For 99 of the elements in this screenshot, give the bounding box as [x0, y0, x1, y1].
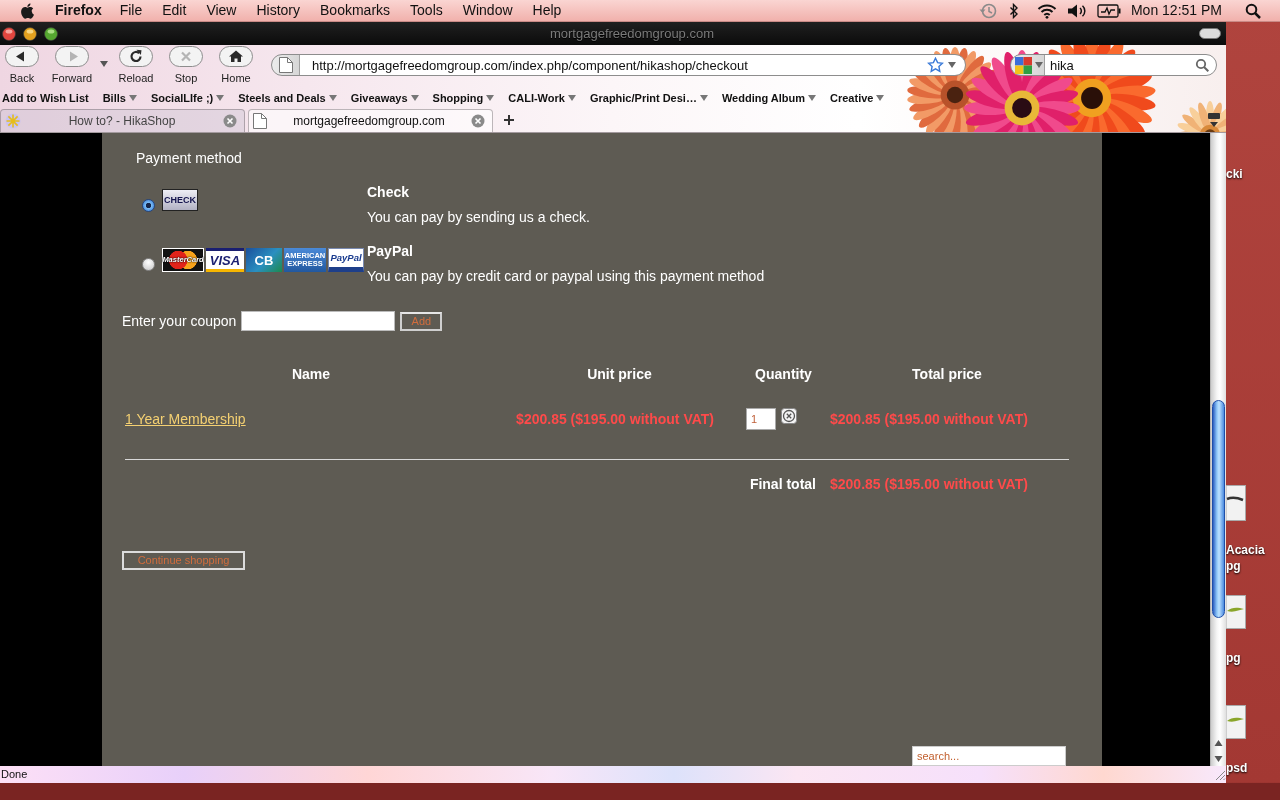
- apple-icon[interactable]: [20, 1, 36, 20]
- file-name[interactable]: pg: [1226, 650, 1241, 666]
- menu-item[interactable]: Window: [452, 0, 523, 21]
- bookmark-folder[interactable]: Shopping: [430, 89, 502, 107]
- close-icon[interactable]: [2, 26, 16, 41]
- bookmark-folder[interactable]: CALI-Work: [506, 89, 583, 107]
- battery-icon[interactable]: [1096, 3, 1121, 18]
- coupon-label: Enter your coupon: [122, 313, 237, 329]
- caret-icon[interactable]: [699, 95, 708, 101]
- bookmark-folder[interactable]: Graphic/Print Desi…: [587, 89, 715, 107]
- caret-icon[interactable]: [100, 61, 108, 67]
- status-text: Done: [1, 767, 28, 782]
- minimize-icon[interactable]: [23, 26, 37, 41]
- caret-icon[interactable]: [216, 95, 225, 101]
- method-description: You can pay by sending us a check.: [367, 209, 590, 225]
- file-name[interactable]: psd: [1226, 760, 1248, 776]
- caret-icon[interactable]: [328, 95, 337, 101]
- bluetooth-icon[interactable]: [1008, 2, 1019, 19]
- remove-icon[interactable]: [781, 408, 797, 424]
- starburst-icon: [5, 113, 21, 129]
- menu-item[interactable]: View: [196, 0, 247, 21]
- caret-icon[interactable]: [128, 95, 137, 101]
- resize-grip-icon[interactable]: [1213, 768, 1226, 781]
- unit-price: $200.85 ($195.00 without VAT): [516, 411, 714, 427]
- dropdown-icon[interactable]: [1206, 112, 1222, 128]
- bookmark-folder[interactable]: Steels and Deals: [236, 89, 344, 107]
- home-button[interactable]: Home: [214, 45, 258, 85]
- column-header: Total price: [912, 366, 982, 382]
- payment-card-logo: CB: [246, 248, 282, 272]
- scrollbar[interactable]: [1210, 133, 1226, 766]
- product-link[interactable]: 1 Year Membership: [125, 411, 246, 427]
- column-header: Name: [291, 366, 331, 382]
- zoom-icon[interactable]: [44, 26, 58, 41]
- bookmark-folder[interactable]: Bills: [100, 89, 144, 107]
- address-field[interactable]: http://mortgagefreedomgroup.com/index.php/component/hikashop/checkout: [312, 55, 923, 75]
- section-heading: Payment method: [136, 150, 242, 166]
- caret-icon[interactable]: [808, 95, 816, 101]
- caret-icon[interactable]: [410, 95, 419, 101]
- tab[interactable]: mortgagefreedomgroup.com: [248, 109, 493, 132]
- address-bar[interactable]: http://mortgagefreedomgroup.com/index.php/component/hikashop/checkout: [271, 54, 966, 76]
- total-price: $200.85 ($195.00 without VAT): [830, 411, 1028, 427]
- reload-button[interactable]: Reload: [114, 45, 158, 85]
- caret-icon[interactable]: [1035, 62, 1043, 68]
- caret-icon[interactable]: [567, 95, 576, 101]
- toolbar-toggle-icon[interactable]: [1199, 28, 1221, 39]
- tab[interactable]: How to? - HikaShop: [0, 109, 245, 132]
- window-title: mortgagefreedomgroup.com: [550, 24, 714, 43]
- radio-button[interactable]: [142, 258, 155, 271]
- bookmark-link[interactable]: Add to Wish List: [0, 89, 96, 107]
- bookmark-folder[interactable]: Giveaways: [348, 89, 426, 107]
- column-header: Quantity: [755, 366, 812, 382]
- menu-item[interactable]: File: [109, 0, 153, 21]
- plus-icon[interactable]: [503, 114, 515, 126]
- reload-icon: [119, 46, 153, 67]
- bookmark-folder[interactable]: Creative: [828, 89, 892, 107]
- radio-button[interactable]: [142, 199, 155, 212]
- scrollbar-thumb[interactable]: [1212, 400, 1225, 618]
- star-icon[interactable]: [927, 57, 944, 73]
- menu-item[interactable]: Tools: [400, 0, 453, 21]
- leaf-thumbnail-icon[interactable]: [1226, 595, 1246, 629]
- check-logo: CHECK: [162, 189, 198, 211]
- stop-icon: [169, 46, 203, 67]
- search-field[interactable]: search...: [912, 746, 1066, 766]
- app-menu[interactable]: Firefox: [55, 0, 110, 21]
- search-icon[interactable]: [1245, 2, 1261, 19]
- page-icon: [279, 57, 293, 73]
- home-icon: [219, 46, 253, 67]
- bookmark-folder[interactable]: Wedding Album: [719, 89, 823, 107]
- volume-icon[interactable]: [1066, 2, 1087, 19]
- search-bar[interactable]: hika: [1010, 54, 1217, 76]
- file-name[interactable]: Acacia: [1226, 542, 1265, 558]
- method-description: You can pay by credit card or paypal using this payment method: [367, 268, 765, 284]
- file-name[interactable]: pg: [1226, 558, 1241, 574]
- leaf-thumbnail-icon[interactable]: [1226, 705, 1246, 739]
- menu-item[interactable]: Edit: [152, 0, 197, 21]
- payment-card-logo: VISA: [206, 248, 244, 272]
- menu-item[interactable]: History: [246, 0, 311, 21]
- quantity-field[interactable]: 1: [746, 408, 776, 430]
- caret-icon[interactable]: [876, 95, 885, 101]
- file-name[interactable]: cki: [1226, 166, 1243, 182]
- bookmark-folder[interactable]: SocialLIfe ;): [148, 89, 232, 107]
- menu-item[interactable]: Help: [522, 0, 572, 21]
- final-total-label: Final total: [749, 476, 816, 492]
- search-engine-icon[interactable]: [1015, 56, 1032, 74]
- wifi-icon[interactable]: [1036, 2, 1057, 19]
- method-name: PayPal: [367, 243, 413, 259]
- search-field[interactable]: hika: [1050, 55, 1192, 75]
- caret-icon[interactable]: [948, 62, 956, 68]
- method-name: Check: [367, 184, 410, 200]
- back-button[interactable]: Back: [0, 45, 44, 85]
- page-icon: [253, 113, 267, 129]
- caret-icon[interactable]: [486, 95, 495, 101]
- coupon-field[interactable]: [241, 311, 396, 331]
- menu-item[interactable]: Bookmarks: [310, 0, 401, 21]
- clock[interactable]: Mon 12:51 PM: [1130, 0, 1222, 21]
- brush-stroke-thumbnail-icon[interactable]: [1226, 485, 1246, 521]
- final-total: $200.85 ($195.00 without VAT): [830, 476, 1028, 492]
- column-header: Unit price: [587, 366, 652, 382]
- payment-card-logo: PayPal: [328, 248, 364, 272]
